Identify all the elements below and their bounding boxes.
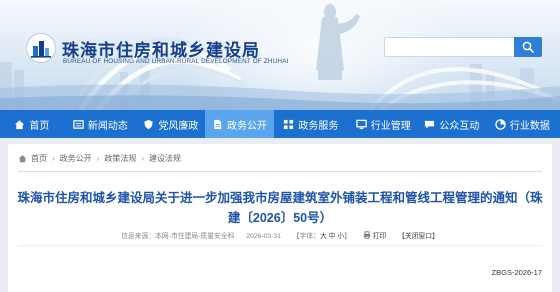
building-icon <box>31 41 51 58</box>
divider <box>18 245 542 246</box>
article-meta: 信息来源：本网-市住建局-质量安全科 2026-03-31 【字体：大 中 小】… <box>8 230 552 241</box>
article-source: 信息来源：本网-市住建局-质量安全科 <box>121 233 235 240</box>
search-input[interactable] <box>384 37 514 57</box>
breadcrumb-policy[interactable]: 政策法规 <box>104 153 136 164</box>
site-logo-emblem[interactable] <box>26 33 56 63</box>
home-icon <box>14 119 25 130</box>
breadcrumb-gov-affairs[interactable]: 政务公开 <box>60 153 92 164</box>
print-label: 打印 <box>372 233 387 240</box>
nav-label: 公众互动 <box>439 120 480 132</box>
print-icon <box>363 231 371 241</box>
font-large-button[interactable]: 大 <box>320 233 327 240</box>
shield-icon <box>143 119 154 130</box>
nav-item-home[interactable]: 首页 <box>0 110 64 138</box>
chat-icon <box>424 119 435 130</box>
article-title: 珠海市住房和城乡建设局关于进一步加强我市房屋建筑室外铺装工程和管线工程管理的通知… <box>17 191 543 225</box>
breadcrumb-separator: › <box>96 154 100 163</box>
nav-item-gov-service[interactable]: 政务服务 <box>274 110 347 138</box>
print-button[interactable]: 打印 <box>363 231 387 241</box>
document-icon <box>212 119 223 130</box>
main-nav: 首页 新闻动态 党风廉政 政务公开 政务服务 行业管理 公众互动 行业数据 <box>0 110 560 138</box>
breadcrumb-home[interactable]: 首页 <box>31 153 47 164</box>
breadcrumb-separator: › <box>52 154 55 163</box>
nav-label: 首页 <box>29 120 50 132</box>
site-header: 珠海市住房和城乡建设局 BUREAU OF HOUSING AND URBAN-… <box>0 0 560 110</box>
divider <box>18 171 542 172</box>
search-button[interactable] <box>514 37 542 57</box>
nav-item-gov-affairs[interactable]: 政务公开 <box>204 110 275 138</box>
nav-item-industry-mgmt[interactable]: 行业管理 <box>348 110 419 138</box>
breadcrumb-separator: › <box>141 154 145 163</box>
font-size-label: 【字体： <box>292 233 320 240</box>
nav-item-public-interaction[interactable]: 公众互动 <box>419 110 485 138</box>
nav-label: 党风廉政 <box>158 120 199 132</box>
service-icon <box>283 119 294 130</box>
font-size-close: 】 <box>344 233 351 240</box>
monitor-icon <box>356 119 367 130</box>
site-subtitle: BUREAU OF HOUSING AND URBAN-RURAL DEVELO… <box>63 58 289 65</box>
close-window-button[interactable]: 【关闭窗口】 <box>398 233 439 240</box>
article-date: 2026-03-31 <box>246 233 281 240</box>
nav-label: 政务公开 <box>226 120 267 132</box>
nav-item-integrity[interactable]: 党风廉政 <box>137 110 205 138</box>
nav-label: 行业管理 <box>370 120 411 132</box>
nav-label: 新闻动态 <box>87 120 128 132</box>
document-id: ZBGS-2026-17 <box>491 268 542 277</box>
newspaper-icon <box>73 119 84 130</box>
nav-label: 政务服务 <box>298 120 339 132</box>
font-medium-button[interactable]: 中 <box>329 233 336 240</box>
nav-item-news[interactable]: 新闻动态 <box>64 110 137 138</box>
home-icon <box>18 154 27 163</box>
breadcrumb: 首页 › 政务公开 › 政策法规 › 建设法规 <box>18 153 181 164</box>
article-card: 首页 › 政务公开 › 政策法规 › 建设法规 珠海市住房和城乡建设局关于进一步… <box>8 144 552 292</box>
chart-icon <box>495 118 506 130</box>
nav-item-industry-data[interactable]: 行业数据 <box>485 110 560 138</box>
nav-label: 行业数据 <box>509 120 550 132</box>
search-icon <box>522 41 534 53</box>
breadcrumb-construction-law[interactable]: 建设法规 <box>149 153 181 164</box>
